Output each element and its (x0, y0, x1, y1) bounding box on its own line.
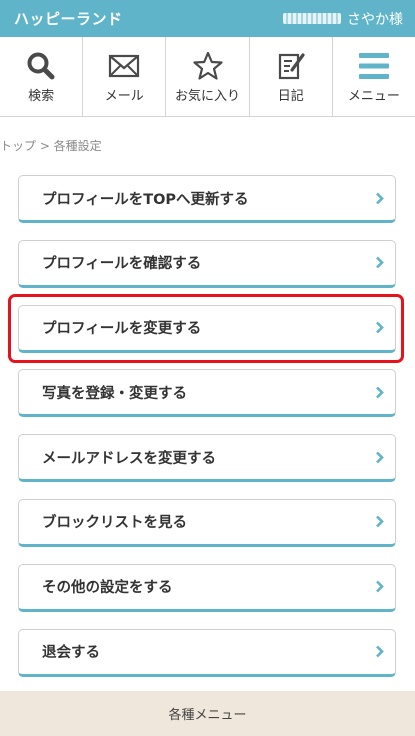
user-info: さやか様 (283, 9, 403, 29)
menu-item-edit-profile[interactable]: プロフィールを変更する (18, 304, 396, 353)
chevron-right-icon (375, 645, 385, 659)
footer-bar[interactable]: 各種メニュー (0, 691, 415, 736)
menu-item-label: その他の設定をする (42, 580, 173, 597)
menu-item-update-profile-top[interactable]: プロフィールをTOPへ更新する (18, 175, 396, 223)
masked-user-id (283, 13, 341, 24)
menu-item-withdraw[interactable]: 退会する (18, 628, 396, 677)
hamburger-menu-icon (357, 50, 391, 82)
chevron-right-icon (375, 450, 385, 464)
menu-item-label: メールアドレスを変更する (42, 450, 216, 467)
chevron-right-icon (375, 321, 385, 335)
menu-item-label: プロフィールを変更する (42, 321, 202, 338)
chevron-right-icon (375, 580, 385, 594)
nav-label-menu: メニュー (347, 89, 400, 104)
nav-item-menu[interactable]: メニュー (333, 37, 415, 116)
menu-item-label: プロフィールを確認する (42, 256, 202, 273)
footer-label: 各種メニュー (168, 708, 247, 723)
nav-label-search: 検索 (28, 89, 55, 104)
menu-item-change-email[interactable]: メールアドレスを変更する (18, 434, 396, 483)
menu-item-label: プロフィールをTOPへ更新する (42, 191, 249, 208)
settings-menu-list: プロフィールをTOPへ更新する プロフィールを確認する プロフィールを変更する … (18, 175, 396, 693)
menu-item-other-settings[interactable]: その他の設定をする (18, 563, 396, 612)
chevron-right-icon (375, 385, 385, 399)
app-header: ハッピーランド さやか様 (0, 0, 415, 37)
nav-item-mail[interactable]: メール (83, 37, 167, 116)
nav-item-search[interactable]: 検索 (0, 37, 84, 116)
chevron-right-icon (375, 256, 385, 270)
nav-label-favorites: お気に入り (175, 89, 241, 104)
menu-item-check-profile[interactable]: プロフィールを確認する (18, 239, 396, 288)
nav-label-diary: 日記 (277, 89, 304, 104)
top-nav: 検索 メール お気に入り 日記 メニュー (0, 37, 415, 117)
chevron-right-icon (375, 515, 385, 529)
menu-item-block-list[interactable]: ブロックリストを見る (18, 498, 396, 547)
nav-label-mail: メール (104, 89, 144, 104)
breadcrumb[interactable]: トップ > 各種設定 (0, 137, 102, 154)
nav-item-favorites[interactable]: お気に入り (166, 37, 250, 116)
mail-icon (107, 50, 141, 82)
user-name: さやか様 (347, 11, 403, 28)
diary-icon (274, 50, 308, 82)
menu-item-label: ブロックリストを見る (42, 515, 187, 532)
app-logo[interactable]: ハッピーランド (14, 8, 123, 29)
nav-item-diary[interactable]: 日記 (250, 37, 333, 116)
menu-item-photo[interactable]: 写真を登録・変更する (18, 369, 396, 418)
menu-item-label: 写真を登録・変更する (42, 385, 187, 402)
search-icon (24, 50, 58, 82)
chevron-right-icon (375, 191, 385, 205)
menu-item-label: 退会する (42, 645, 100, 662)
star-icon (191, 50, 225, 82)
